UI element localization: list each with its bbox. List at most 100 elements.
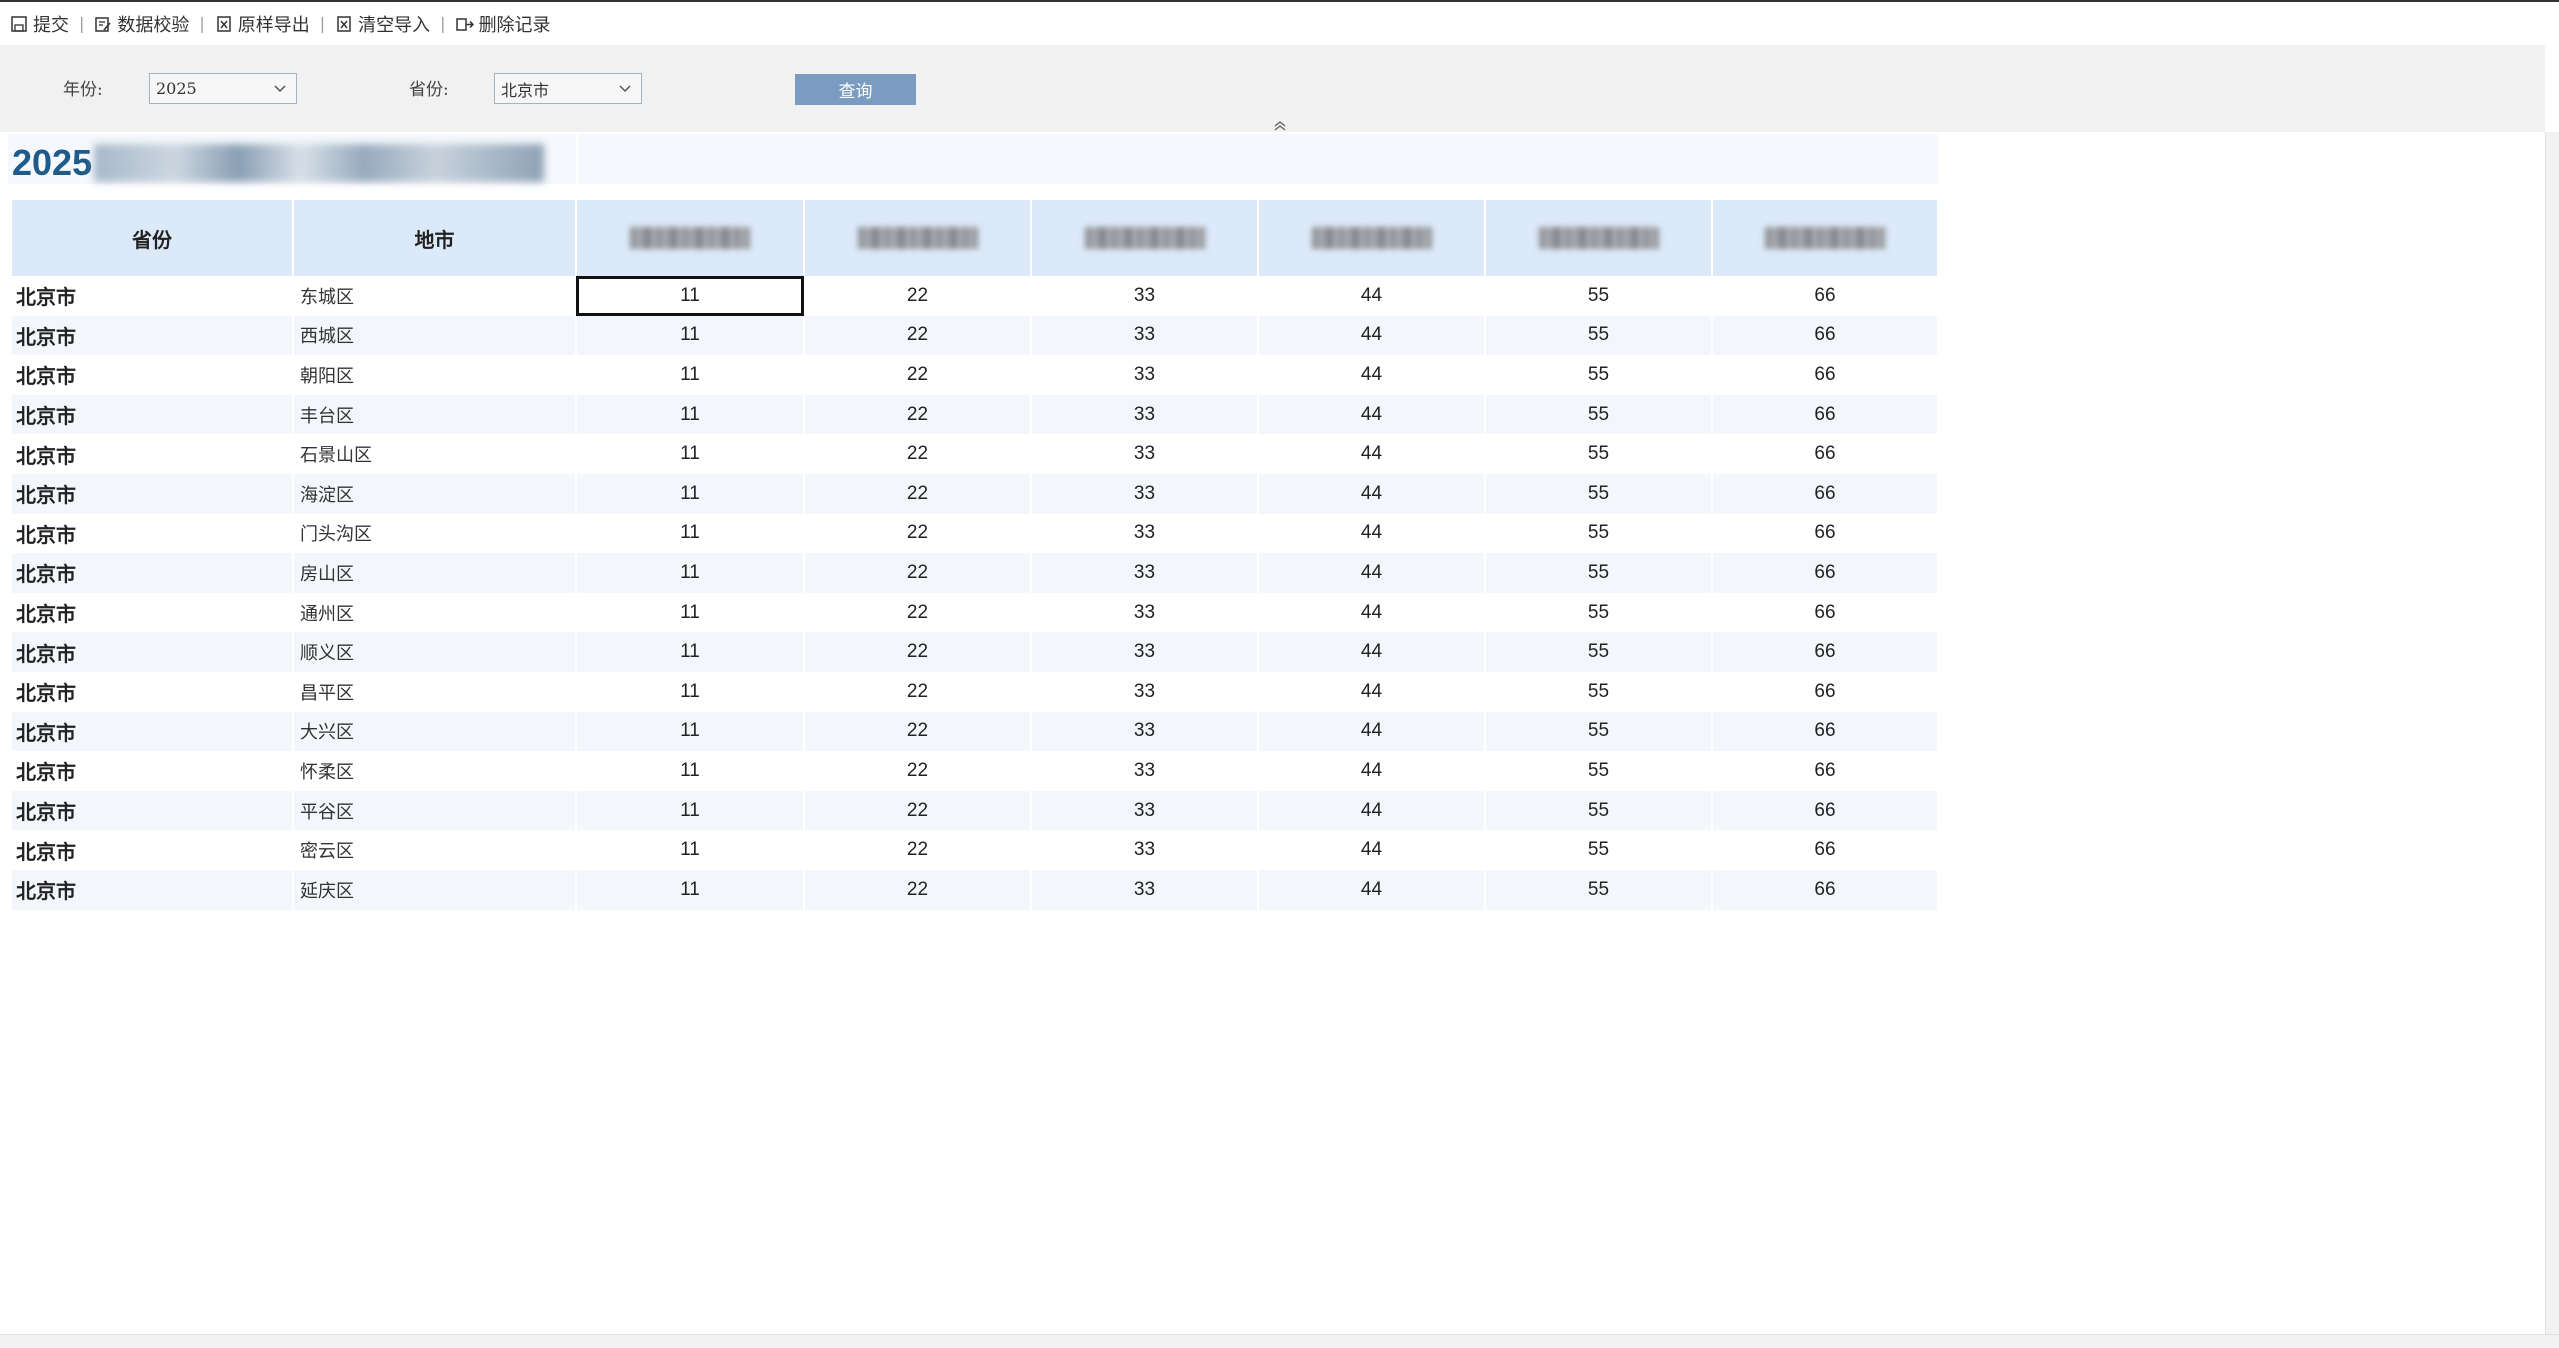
cell-city[interactable]: 东城区: [293, 276, 577, 316]
cell-value[interactable]: 55: [1485, 473, 1713, 514]
cell-value[interactable]: 33: [1031, 592, 1259, 633]
cell-value[interactable]: 55: [1485, 869, 1713, 910]
cell-value[interactable]: 33: [1031, 553, 1259, 593]
cell-value[interactable]: 66: [1712, 513, 1939, 554]
year-select[interactable]: 2025: [149, 73, 297, 104]
cell-value[interactable]: 22: [804, 790, 1032, 831]
cell-value[interactable]: 44: [1258, 711, 1486, 752]
cell-value[interactable]: 22: [804, 869, 1032, 910]
cell-value[interactable]: 11: [576, 592, 805, 633]
cell-value[interactable]: 44: [1258, 553, 1486, 593]
cell-value[interactable]: 33: [1031, 751, 1259, 791]
cell-value[interactable]: 55: [1485, 632, 1713, 672]
delete-record-button[interactable]: 删除记录: [450, 9, 557, 39]
cell-value[interactable]: 22: [804, 711, 1032, 752]
cell-value[interactable]: 11: [576, 632, 805, 672]
horizontal-scrollbar[interactable]: [0, 1334, 2559, 1348]
cell-value[interactable]: 11: [576, 355, 805, 395]
cell-value[interactable]: 33: [1031, 473, 1259, 514]
cell-value[interactable]: 55: [1485, 830, 1713, 870]
cell-value[interactable]: 44: [1258, 830, 1486, 870]
cell-value[interactable]: 44: [1258, 513, 1486, 554]
cell-province[interactable]: 北京市: [12, 632, 294, 672]
cell-value[interactable]: 66: [1712, 394, 1939, 435]
cell-value[interactable]: 33: [1031, 671, 1259, 712]
cell-value[interactable]: 11: [576, 553, 805, 593]
cell-value[interactable]: 44: [1258, 315, 1486, 356]
cell-value[interactable]: 66: [1712, 592, 1939, 633]
cell-city[interactable]: 延庆区: [293, 869, 577, 910]
cell-city[interactable]: 石景山区: [293, 434, 577, 474]
validate-button[interactable]: 数据校验: [88, 9, 195, 39]
cell-city[interactable]: 大兴区: [293, 711, 577, 752]
cell-value[interactable]: 33: [1031, 355, 1259, 395]
cell-value[interactable]: 22: [804, 751, 1032, 791]
cell-value[interactable]: 66: [1712, 276, 1939, 316]
cell-value[interactable]: 55: [1485, 276, 1713, 316]
cell-province[interactable]: 北京市: [12, 592, 294, 633]
cell-province[interactable]: 北京市: [12, 830, 294, 870]
cell-city[interactable]: 昌平区: [293, 671, 577, 712]
cell-province[interactable]: 北京市: [12, 869, 294, 910]
cell-value[interactable]: 33: [1031, 513, 1259, 554]
cell-value[interactable]: 11: [576, 830, 805, 870]
cell-value[interactable]: 22: [804, 434, 1032, 474]
cell-value[interactable]: 11: [576, 434, 805, 474]
cell-value[interactable]: 66: [1712, 473, 1939, 514]
cell-value[interactable]: 22: [804, 315, 1032, 356]
cell-value[interactable]: 33: [1031, 830, 1259, 870]
cell-value[interactable]: 55: [1485, 355, 1713, 395]
vertical-scrollbar[interactable]: [2545, 132, 2559, 1334]
cell-province[interactable]: 北京市: [12, 553, 294, 593]
cell-value[interactable]: 44: [1258, 869, 1486, 910]
cell-value[interactable]: 55: [1485, 394, 1713, 435]
cell-value[interactable]: 11: [576, 790, 805, 831]
cell-value[interactable]: 11: [576, 751, 805, 791]
cell-city[interactable]: 朝阳区: [293, 355, 577, 395]
cell-value[interactable]: 22: [804, 592, 1032, 633]
cell-value[interactable]: 55: [1485, 711, 1713, 752]
cell-value[interactable]: 22: [804, 632, 1032, 672]
collapse-up-icon[interactable]: [1272, 118, 1288, 132]
cell-value[interactable]: 33: [1031, 869, 1259, 910]
cell-value[interactable]: 55: [1485, 671, 1713, 712]
cell-value[interactable]: 55: [1485, 315, 1713, 356]
cell-value[interactable]: 55: [1485, 434, 1713, 474]
cell-value[interactable]: 44: [1258, 671, 1486, 712]
cell-value[interactable]: 44: [1258, 434, 1486, 474]
cell-value[interactable]: 33: [1031, 790, 1259, 831]
clear-import-button[interactable]: 清空导入: [329, 9, 436, 39]
cell-value[interactable]: 11: [576, 671, 805, 712]
cell-value[interactable]: 66: [1712, 315, 1939, 356]
cell-city[interactable]: 门头沟区: [293, 513, 577, 554]
cell-province[interactable]: 北京市: [12, 671, 294, 712]
cell-value[interactable]: 44: [1258, 276, 1486, 316]
cell-province[interactable]: 北京市: [12, 276, 294, 316]
submit-button[interactable]: 提交: [4, 9, 75, 39]
cell-value[interactable]: 22: [804, 394, 1032, 435]
cell-value[interactable]: 33: [1031, 632, 1259, 672]
cell-value[interactable]: 22: [804, 671, 1032, 712]
cell-value[interactable]: 11: [576, 394, 805, 435]
query-button[interactable]: 查询: [795, 74, 916, 105]
cell-city[interactable]: 西城区: [293, 315, 577, 356]
cell-value[interactable]: 55: [1485, 751, 1713, 791]
cell-value[interactable]: 22: [804, 355, 1032, 395]
cell-value[interactable]: 66: [1712, 355, 1939, 395]
cell-value[interactable]: 66: [1712, 790, 1939, 831]
cell-value[interactable]: 11: [576, 473, 805, 514]
cell-value[interactable]: 66: [1712, 711, 1939, 752]
cell-value[interactable]: 22: [804, 276, 1032, 316]
cell-city[interactable]: 通州区: [293, 592, 577, 633]
cell-value[interactable]: 22: [804, 830, 1032, 870]
cell-province[interactable]: 北京市: [12, 394, 294, 435]
cell-value[interactable]: 11: [576, 869, 805, 910]
cell-value[interactable]: 66: [1712, 751, 1939, 791]
cell-city[interactable]: 平谷区: [293, 790, 577, 831]
cell-value[interactable]: 11: [576, 711, 805, 752]
cell-province[interactable]: 北京市: [12, 315, 294, 356]
cell-value[interactable]: 22: [804, 553, 1032, 593]
cell-province[interactable]: 北京市: [12, 473, 294, 514]
cell-value[interactable]: 22: [804, 513, 1032, 554]
cell-value[interactable]: 66: [1712, 632, 1939, 672]
